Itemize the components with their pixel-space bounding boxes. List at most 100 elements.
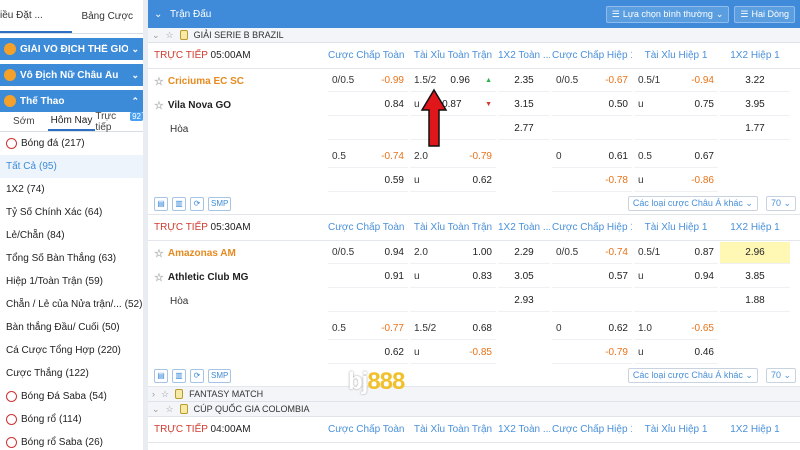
- sidebar-item-6[interactable]: Chẵn / Lẻ của Nửa trận/... (52): [0, 293, 143, 316]
- page-size-select[interactable]: 70 ⌄: [765, 196, 796, 211]
- chevron-down-icon[interactable]: ⌄: [152, 404, 160, 415]
- subtab-live[interactable]: Trực tiếp 92: [95, 111, 143, 133]
- over-under-h1-alt[interactable]: u -0.86: [634, 170, 718, 192]
- handicap-full[interactable]: [328, 290, 408, 312]
- over-under-full[interactable]: 2.50.84: [410, 444, 496, 450]
- over-under-h1[interactable]: 1.00.76: [634, 444, 718, 450]
- sidebar-item-4[interactable]: Tổng Số Bàn Thắng (63): [0, 247, 143, 270]
- stats-icon[interactable]: ▤: [154, 368, 168, 383]
- over-under-full[interactable]: 2.0 1.00: [410, 242, 496, 264]
- handicap-h1-alt[interactable]: -0.78: [552, 170, 632, 192]
- view-dropdown[interactable]: ☰ Hai Dòng: [734, 5, 795, 23]
- over-under-h1[interactable]: 0.5/1 -0.94: [634, 70, 718, 92]
- subtab-today[interactable]: Hôm Nay: [47, 112, 96, 131]
- team-away[interactable]: ☆ Vila Nova GO: [148, 99, 328, 112]
- odds-type-select[interactable]: Các loại cược Châu Á khác ⌄: [627, 196, 758, 211]
- over-under-h1-alt[interactable]: 1.0 -0.65: [634, 318, 718, 340]
- over-under-full-alt[interactable]: 1.5/2 0.68: [410, 318, 496, 340]
- section-sports[interactable]: Thể Thao ⌃: [0, 90, 143, 112]
- sidebar-item-2[interactable]: Tỷ Số Chính Xác (64): [0, 201, 143, 224]
- chevron-right-icon[interactable]: ›: [152, 389, 155, 399]
- favorite-star-icon[interactable]: ☆: [154, 99, 164, 112]
- stats-icon[interactable]: ▤: [154, 196, 168, 211]
- page-size-select[interactable]: 70 ⌄: [765, 368, 796, 383]
- favorite-star-icon[interactable]: ☆: [161, 389, 169, 400]
- section-world-cup[interactable]: GIẢI VÔ ĐỊCH THẾ GIỚI ... ⌄: [0, 38, 143, 60]
- handicap-full-alt[interactable]: 0.59: [328, 170, 408, 192]
- refresh-icon[interactable]: ⟳: [190, 196, 204, 211]
- handicap-full[interactable]: 0.84: [328, 94, 408, 116]
- favorite-star-icon[interactable]: ☆: [166, 30, 174, 41]
- subtab-early[interactable]: Sớm: [0, 112, 48, 131]
- sidebar-item-0[interactable]: Tất Cả (95): [0, 155, 143, 178]
- handicap-h1[interactable]: 0.57: [552, 266, 632, 288]
- sidebar-item-9[interactable]: Cược Thắng (122): [0, 362, 143, 385]
- over-under-full-alt[interactable]: 2.0 -0.79: [410, 146, 496, 168]
- over-under-h1-alt[interactable]: 0.5 0.67: [634, 146, 718, 168]
- 1x2-h1[interactable]: 1.88: [720, 290, 790, 312]
- over-under-h1[interactable]: u 0.94: [634, 266, 718, 288]
- sidebar-item-3[interactable]: Lẻ/Chẵn (84): [0, 224, 143, 247]
- favorite-star-icon[interactable]: ☆: [154, 247, 164, 260]
- 1x2-h1[interactable]: 2.96: [720, 242, 790, 264]
- sidebar-item-5[interactable]: Hiệp 1/Toàn Trận (59): [0, 270, 143, 293]
- handicap-h1[interactable]: [552, 118, 632, 140]
- section-women-euro[interactable]: Vô Địch Nữ Châu Âu ⌄: [0, 64, 143, 86]
- team-home[interactable]: ☆ Criciuma EC SC: [148, 75, 328, 88]
- tab-bet-board[interactable]: Bảng Cược: [72, 0, 144, 33]
- 1x2-full[interactable]: 2.35: [498, 70, 550, 92]
- smp-button[interactable]: SMP: [208, 368, 232, 383]
- handicap-h1-alt[interactable]: -0.79: [552, 342, 632, 364]
- 1x2-full[interactable]: 2.77: [498, 118, 550, 140]
- over-under-full-alt[interactable]: u 0.62: [410, 170, 496, 192]
- 1x2-full[interactable]: 3.15: [498, 94, 550, 116]
- handicap-full-alt[interactable]: 0.5 -0.77: [328, 318, 408, 340]
- favorite-star-icon[interactable]: ☆: [166, 404, 174, 415]
- team-home[interactable]: ☆ Amazonas AM: [148, 247, 328, 260]
- over-under-full-alt[interactable]: u -0.85: [410, 342, 496, 364]
- league-header[interactable]: ⌄ ☆ GIẢI SERIE B BRAZIL: [148, 28, 800, 43]
- collapse-icon[interactable]: ⌄: [154, 9, 170, 20]
- 1x2-h1[interactable]: 1.77: [720, 118, 790, 140]
- league-header[interactable]: › ☆ FANTASY MATCH: [148, 387, 800, 402]
- handicap-h1[interactable]: 0/0.5 -0.67: [552, 70, 632, 92]
- sidebar-sport-1[interactable]: Bóng rổ (114): [0, 408, 143, 431]
- 1x2-h1[interactable]: 3.45: [720, 444, 790, 450]
- sidebar-item-soccer[interactable]: Bóng đá (217): [0, 132, 143, 155]
- refresh-icon[interactable]: ⟳: [190, 368, 204, 383]
- chevron-down-icon[interactable]: ⌄: [152, 30, 160, 41]
- sidebar-item-8[interactable]: Cá Cược Tổng Hợp (220): [0, 339, 143, 362]
- handicap-full[interactable]: 0/0.5 -0.99: [328, 70, 408, 92]
- 1x2-h1[interactable]: 3.22: [720, 70, 790, 92]
- over-under-h1[interactable]: [634, 290, 718, 312]
- handicap-full-alt[interactable]: 0.62: [328, 342, 408, 364]
- 1x2-full[interactable]: 3.20: [498, 444, 550, 450]
- favorite-star-icon[interactable]: ☆: [154, 75, 164, 88]
- chart-icon[interactable]: ▥: [172, 196, 186, 211]
- favorite-star-icon[interactable]: ☆: [154, 271, 164, 284]
- over-under-h1[interactable]: [634, 118, 718, 140]
- over-under-full[interactable]: u 0.83: [410, 266, 496, 288]
- handicap-h1[interactable]: [552, 290, 632, 312]
- tab-bet-slip[interactable]: iều Đặt ...: [0, 0, 72, 33]
- over-under-h1-alt[interactable]: u 0.46: [634, 342, 718, 364]
- 1x2-full[interactable]: 2.93: [498, 290, 550, 312]
- sidebar-item-1[interactable]: 1X2 (74): [0, 178, 143, 201]
- 1x2-full[interactable]: 3.05: [498, 266, 550, 288]
- 1x2-h1[interactable]: 3.95: [720, 94, 790, 116]
- over-under-h1[interactable]: u 0.75: [634, 94, 718, 116]
- over-under-full[interactable]: [410, 290, 496, 312]
- sidebar-item-7[interactable]: Bàn thắng Đầu/ Cuối (50): [0, 316, 143, 339]
- handicap-full[interactable]: [328, 118, 408, 140]
- handicap-h1-alt[interactable]: 0 0.62: [552, 318, 632, 340]
- 1x2-h1[interactable]: 3.85: [720, 266, 790, 288]
- handicap-full-alt[interactable]: 0.5 -0.74: [328, 146, 408, 168]
- sidebar-sport-2[interactable]: Bóng rổ Saba (26): [0, 431, 143, 450]
- sidebar-sport-0[interactable]: Bóng Đá Saba (54): [0, 385, 143, 408]
- chart-icon[interactable]: ▥: [172, 368, 186, 383]
- handicap-h1-alt[interactable]: 0 0.61: [552, 146, 632, 168]
- league-header[interactable]: ⌄ ☆ CÚP QUỐC GIA COLOMBIA: [148, 402, 800, 417]
- handicap-full[interactable]: 1.00: [328, 444, 408, 450]
- smp-button[interactable]: SMP: [208, 196, 232, 211]
- handicap-h1[interactable]: 0/0.5 -0.74: [552, 242, 632, 264]
